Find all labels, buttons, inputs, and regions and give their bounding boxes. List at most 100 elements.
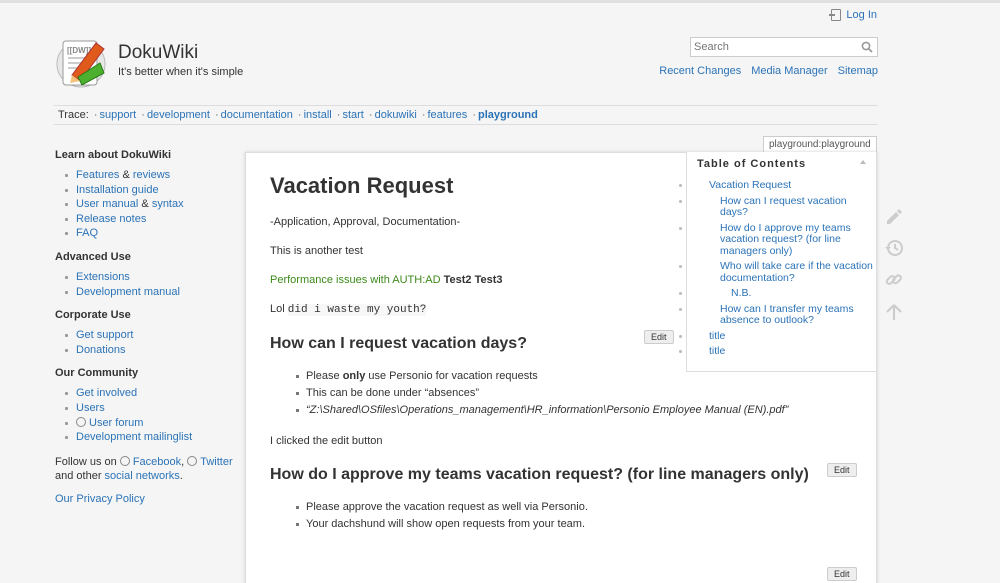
search-box[interactable] (690, 37, 878, 57)
toc-link[interactable]: How can I transfer my teams absence to o… (720, 303, 854, 327)
site-tools: Recent Changes Media Manager Sitemap (659, 65, 878, 77)
dokuwiki-logo[interactable]: [[DW]] (54, 33, 110, 91)
sitemap-link[interactable]: Sitemap (838, 65, 878, 77)
bold-text: Test2 Test3 (440, 274, 503, 286)
section-heading-approve: How do I approve my teams vacation reque… (270, 466, 809, 484)
list-item: User manual & syntax (55, 197, 235, 212)
list-item: Installation guide (55, 183, 235, 198)
list-item: Development mailinglist (55, 430, 235, 445)
list-item: User forum (55, 416, 235, 431)
breadcrumb-item[interactable]: features (428, 109, 468, 121)
list-item: Get support (55, 328, 235, 343)
release-notes-link[interactable]: Release notes (76, 213, 146, 225)
toc-link[interactable]: title (709, 330, 725, 342)
privacy-policy-link[interactable]: Our Privacy Policy (55, 493, 145, 505)
globe-icon (76, 416, 86, 427)
login-link[interactable]: Log In (829, 9, 877, 21)
globe-icon (187, 455, 198, 466)
sidebar: Learn about DokuWiki Features & reviews … (55, 149, 235, 515)
edit-button[interactable]: Edit (827, 463, 857, 477)
toc-link[interactable]: N.B. (731, 287, 751, 299)
list-item: Users (55, 401, 235, 416)
social-networks-link[interactable]: social networks (105, 470, 180, 482)
code-text: did i waste my youth? (287, 304, 427, 316)
collapse-caret-icon[interactable] (860, 160, 866, 164)
edit-icon[interactable] (883, 205, 905, 227)
login-label: Log In (846, 9, 877, 21)
extensions-link[interactable]: Extensions (76, 271, 130, 283)
list-item: Extensions (55, 270, 235, 285)
toc-item[interactable]: How can I request vacation days? (679, 195, 876, 219)
development-manual-link[interactable]: Development manual (76, 286, 180, 298)
toc-header[interactable]: Table of Contents (687, 152, 876, 176)
toc-item[interactable]: How do I approve my teams vacation reque… (679, 222, 876, 258)
breadcrumb-label: Trace: (58, 109, 89, 121)
mailinglist-link[interactable]: Development mailinglist (76, 431, 192, 443)
edit-button[interactable]: Edit (644, 330, 674, 344)
sidebar-heading-corporate: Corporate Use (55, 309, 131, 322)
history-icon[interactable] (883, 237, 905, 259)
toc-link[interactable]: How can I request vacation days? (720, 195, 847, 219)
list-item: This can be done under “absences” (296, 385, 855, 402)
toc-item[interactable]: Vacation Request (679, 179, 876, 192)
features-link[interactable]: Features (76, 169, 119, 181)
search-icon[interactable] (861, 41, 873, 53)
recent-changes-link[interactable]: Recent Changes (659, 65, 741, 77)
sidebar-heading-learn: Learn about DokuWiki (55, 149, 172, 161)
page-tools (883, 205, 907, 333)
site-title[interactable]: DokuWiki (118, 42, 198, 64)
get-support-link[interactable]: Get support (76, 329, 133, 341)
toc-link[interactable]: Who will take care if the vacation docum… (720, 260, 873, 284)
breadcrumb-current[interactable]: playground (478, 109, 538, 121)
toc-item[interactable]: N.B. (679, 287, 876, 300)
back-to-top-icon[interactable] (883, 301, 905, 323)
backlinks-icon[interactable] (883, 269, 905, 291)
user-manual-link[interactable]: User manual (76, 198, 138, 210)
follow-text: Follow us on Facebook, Twitter and other… (55, 455, 235, 484)
login-icon (829, 9, 842, 21)
table-of-contents: Table of Contents Vacation Request How c… (679, 152, 876, 372)
list-item: Release notes (55, 212, 235, 227)
amp-text: & (138, 198, 152, 211)
list-item: Your dachshund will show open requests f… (296, 516, 855, 533)
syntax-link[interactable]: syntax (152, 198, 184, 210)
sidebar-heading-community: Our Community (55, 367, 139, 380)
get-involved-link[interactable]: Get involved (76, 387, 137, 399)
toc-link[interactable]: How do I approve my teams vacation reque… (720, 222, 851, 257)
facebook-link[interactable]: Facebook (133, 456, 181, 468)
search-input[interactable] (691, 38, 851, 56)
faq-link[interactable]: FAQ (76, 227, 98, 239)
breadcrumb-item[interactable]: start (342, 109, 363, 121)
twitter-link[interactable]: Twitter (200, 456, 232, 468)
toc-link[interactable]: Vacation Request (709, 179, 791, 191)
breadcrumb-item[interactable]: documentation (221, 109, 293, 121)
breadcrumb-item[interactable]: development (147, 109, 210, 121)
breadcrumb-item[interactable]: support (100, 109, 137, 121)
list-item: Features & reviews (55, 168, 235, 183)
donations-link[interactable]: Donations (76, 344, 126, 356)
list-item: “Z:\Shared\OSfiles\Operations_management… (296, 402, 855, 419)
reviews-link[interactable]: reviews (133, 169, 170, 181)
toc-item[interactable]: title (679, 345, 876, 358)
toc-link[interactable]: title (709, 345, 725, 357)
follow-prefix: Follow us on (55, 455, 120, 468)
toc-item[interactable]: title (679, 330, 876, 343)
breadcrumb-item[interactable]: install (304, 109, 332, 121)
list-item: Development manual (55, 285, 235, 300)
plain-text: use Personio for vacation requests (365, 370, 538, 382)
media-manager-link[interactable]: Media Manager (751, 65, 827, 77)
page-id: playground:playground (763, 136, 877, 152)
installation-guide-link[interactable]: Installation guide (76, 184, 159, 196)
edit-button[interactable]: Edit (827, 567, 857, 581)
breadcrumb: Trace: · support · development · documentat… (54, 105, 878, 125)
breadcrumb-item[interactable]: dokuwiki (375, 109, 417, 121)
paragraph: I clicked the edit button (270, 435, 383, 448)
file-path-text: “Z:\Shared\OSfiles\Operations_management… (306, 403, 789, 416)
green-text: Performance issues with AUTH:AD (270, 274, 441, 286)
user-forum-link[interactable]: User forum (89, 417, 143, 429)
users-link[interactable]: Users (76, 402, 105, 414)
globe-icon (119, 455, 130, 466)
toc-item[interactable]: How can I transfer my teams absence to o… (679, 303, 876, 327)
toc-item[interactable]: Who will take care if the vacation docum… (679, 260, 876, 284)
site-tagline: It's better when it's simple (118, 66, 244, 78)
